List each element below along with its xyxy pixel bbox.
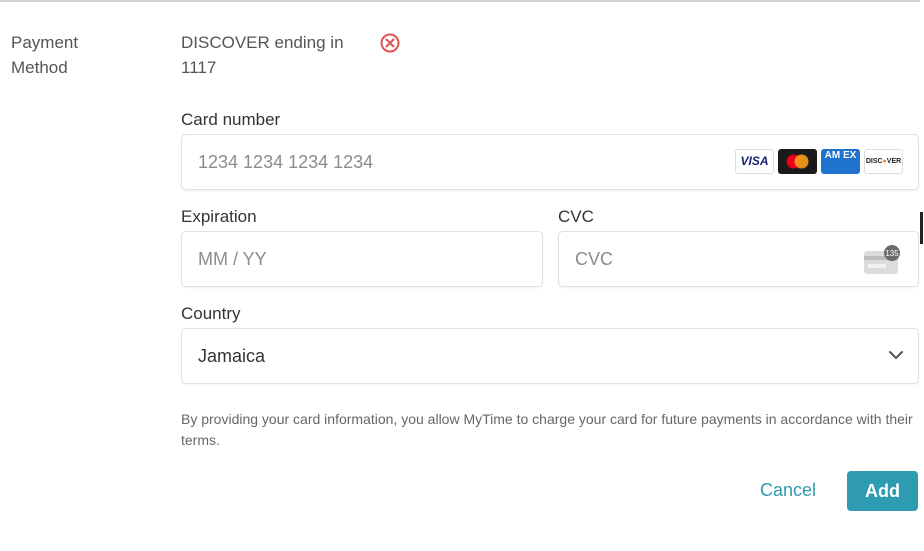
discover-icon: DISC●VER [864, 149, 903, 174]
cvc-field-container: 135 [558, 231, 919, 287]
card-number-field-container: VISA AM EX DISC●VER [181, 134, 919, 190]
cvc-badge-text: 135 [885, 249, 899, 258]
country-selected-value: Jamaica [198, 346, 266, 366]
payment-method-label: Payment Method [11, 33, 79, 77]
top-divider [0, 0, 920, 2]
expiration-input[interactable] [198, 232, 450, 286]
card-number-label: Card number [181, 110, 281, 129]
expiration-label: Expiration [181, 207, 257, 226]
cancel-button[interactable]: Cancel [748, 478, 828, 503]
cvc-input[interactable] [575, 232, 827, 286]
visa-icon: VISA [735, 149, 774, 174]
mastercard-icon [778, 149, 817, 174]
expiration-field-container [181, 231, 543, 287]
country-select[interactable]: Jamaica [181, 328, 919, 384]
saved-card-summary: DISCOVER ending in 1117 [181, 33, 344, 77]
close-circle-icon [380, 33, 400, 53]
card-number-input[interactable] [198, 135, 714, 189]
chevron-down-icon [889, 351, 903, 359]
consent-text: By providing your card information, you … [181, 411, 913, 448]
cvc-label: CVC [558, 207, 594, 226]
card-cvc-icon: 135 [864, 245, 900, 274]
add-button[interactable]: Add [847, 471, 918, 511]
remove-card-button[interactable] [380, 33, 400, 53]
country-label: Country [181, 304, 241, 323]
amex-icon: AM EX [821, 149, 860, 174]
scrollbar-edge [920, 212, 923, 244]
